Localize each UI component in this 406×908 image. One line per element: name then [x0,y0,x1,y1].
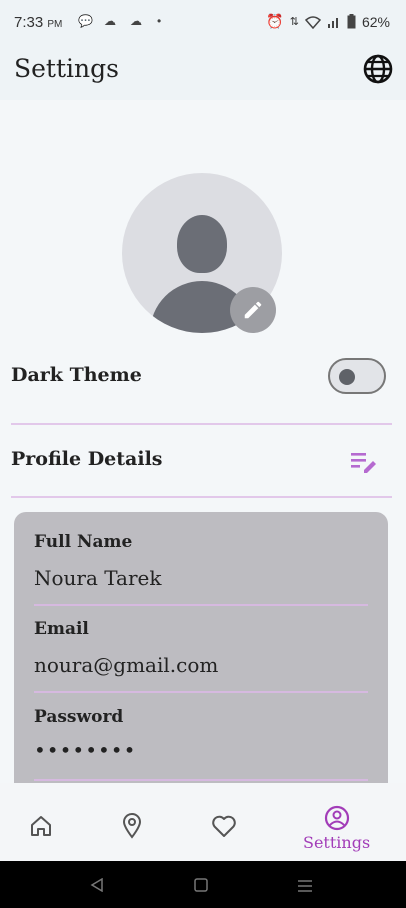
password-field[interactable]: •••••••• [34,738,136,762]
system-nav-bar [0,861,406,908]
email-field[interactable]: noura@gmail.com [34,653,218,677]
status-bar: 7:33 PM 💬 ☁ ☁ • ⏰ ⇅ 62% [0,0,406,44]
edit-avatar-button[interactable] [230,287,276,333]
status-icons: ⏰ ⇅ 62% [266,13,390,30]
recents-icon[interactable] [297,879,313,893]
battery-icon [347,14,356,29]
email-label: Email [34,619,89,639]
chat-bubble-icon: 💬 [78,14,93,28]
nav-settings[interactable]: Settings [303,805,370,852]
back-icon[interactable] [90,878,104,892]
full-name-field[interactable]: Noura Tarek [34,566,162,590]
globe-icon[interactable] [362,53,394,85]
alarm-icon: ⏰ [266,13,284,29]
dot-icon: • [157,14,162,28]
heart-icon [212,815,236,837]
account-circle-icon [324,805,349,831]
location-pin-icon [122,813,142,839]
profile-details-card: Full Name Noura Tarek Email noura@gmail.… [14,512,388,802]
full-name-label: Full Name [34,532,133,552]
status-time: 7:33 PM [14,14,63,31]
password-label: Password [34,707,124,727]
wifi-icon [304,15,321,29]
dark-theme-label: Dark Theme [11,364,142,386]
divider [11,496,392,498]
battery-percent: 62% [361,13,390,30]
profile-avatar-section [122,173,282,333]
home-icon [31,816,51,836]
nav-favorites[interactable] [211,814,237,838]
signal-icon [327,17,338,28]
pencil-icon [244,301,262,319]
nav-location[interactable] [121,813,143,839]
nav-settings-label: Settings [303,833,371,852]
page-title: Settings [14,54,119,83]
bottom-nav: Settings [0,783,406,861]
data-arrows-icon: ⇅ [289,16,299,28]
toggle-knob [339,369,355,385]
divider [11,423,392,425]
cloud-icon: ☁ [130,14,142,28]
profile-details-label: Profile Details [11,448,163,470]
edit-list-icon[interactable] [349,450,379,476]
field-underline [34,691,368,693]
field-underline [34,604,368,606]
field-underline [34,779,368,781]
app-bar: Settings [0,44,406,100]
nav-home[interactable] [29,815,53,837]
home-square-icon[interactable] [194,878,208,892]
cloud-icon: ☁ [104,14,116,28]
dark-theme-toggle[interactable] [328,358,386,394]
